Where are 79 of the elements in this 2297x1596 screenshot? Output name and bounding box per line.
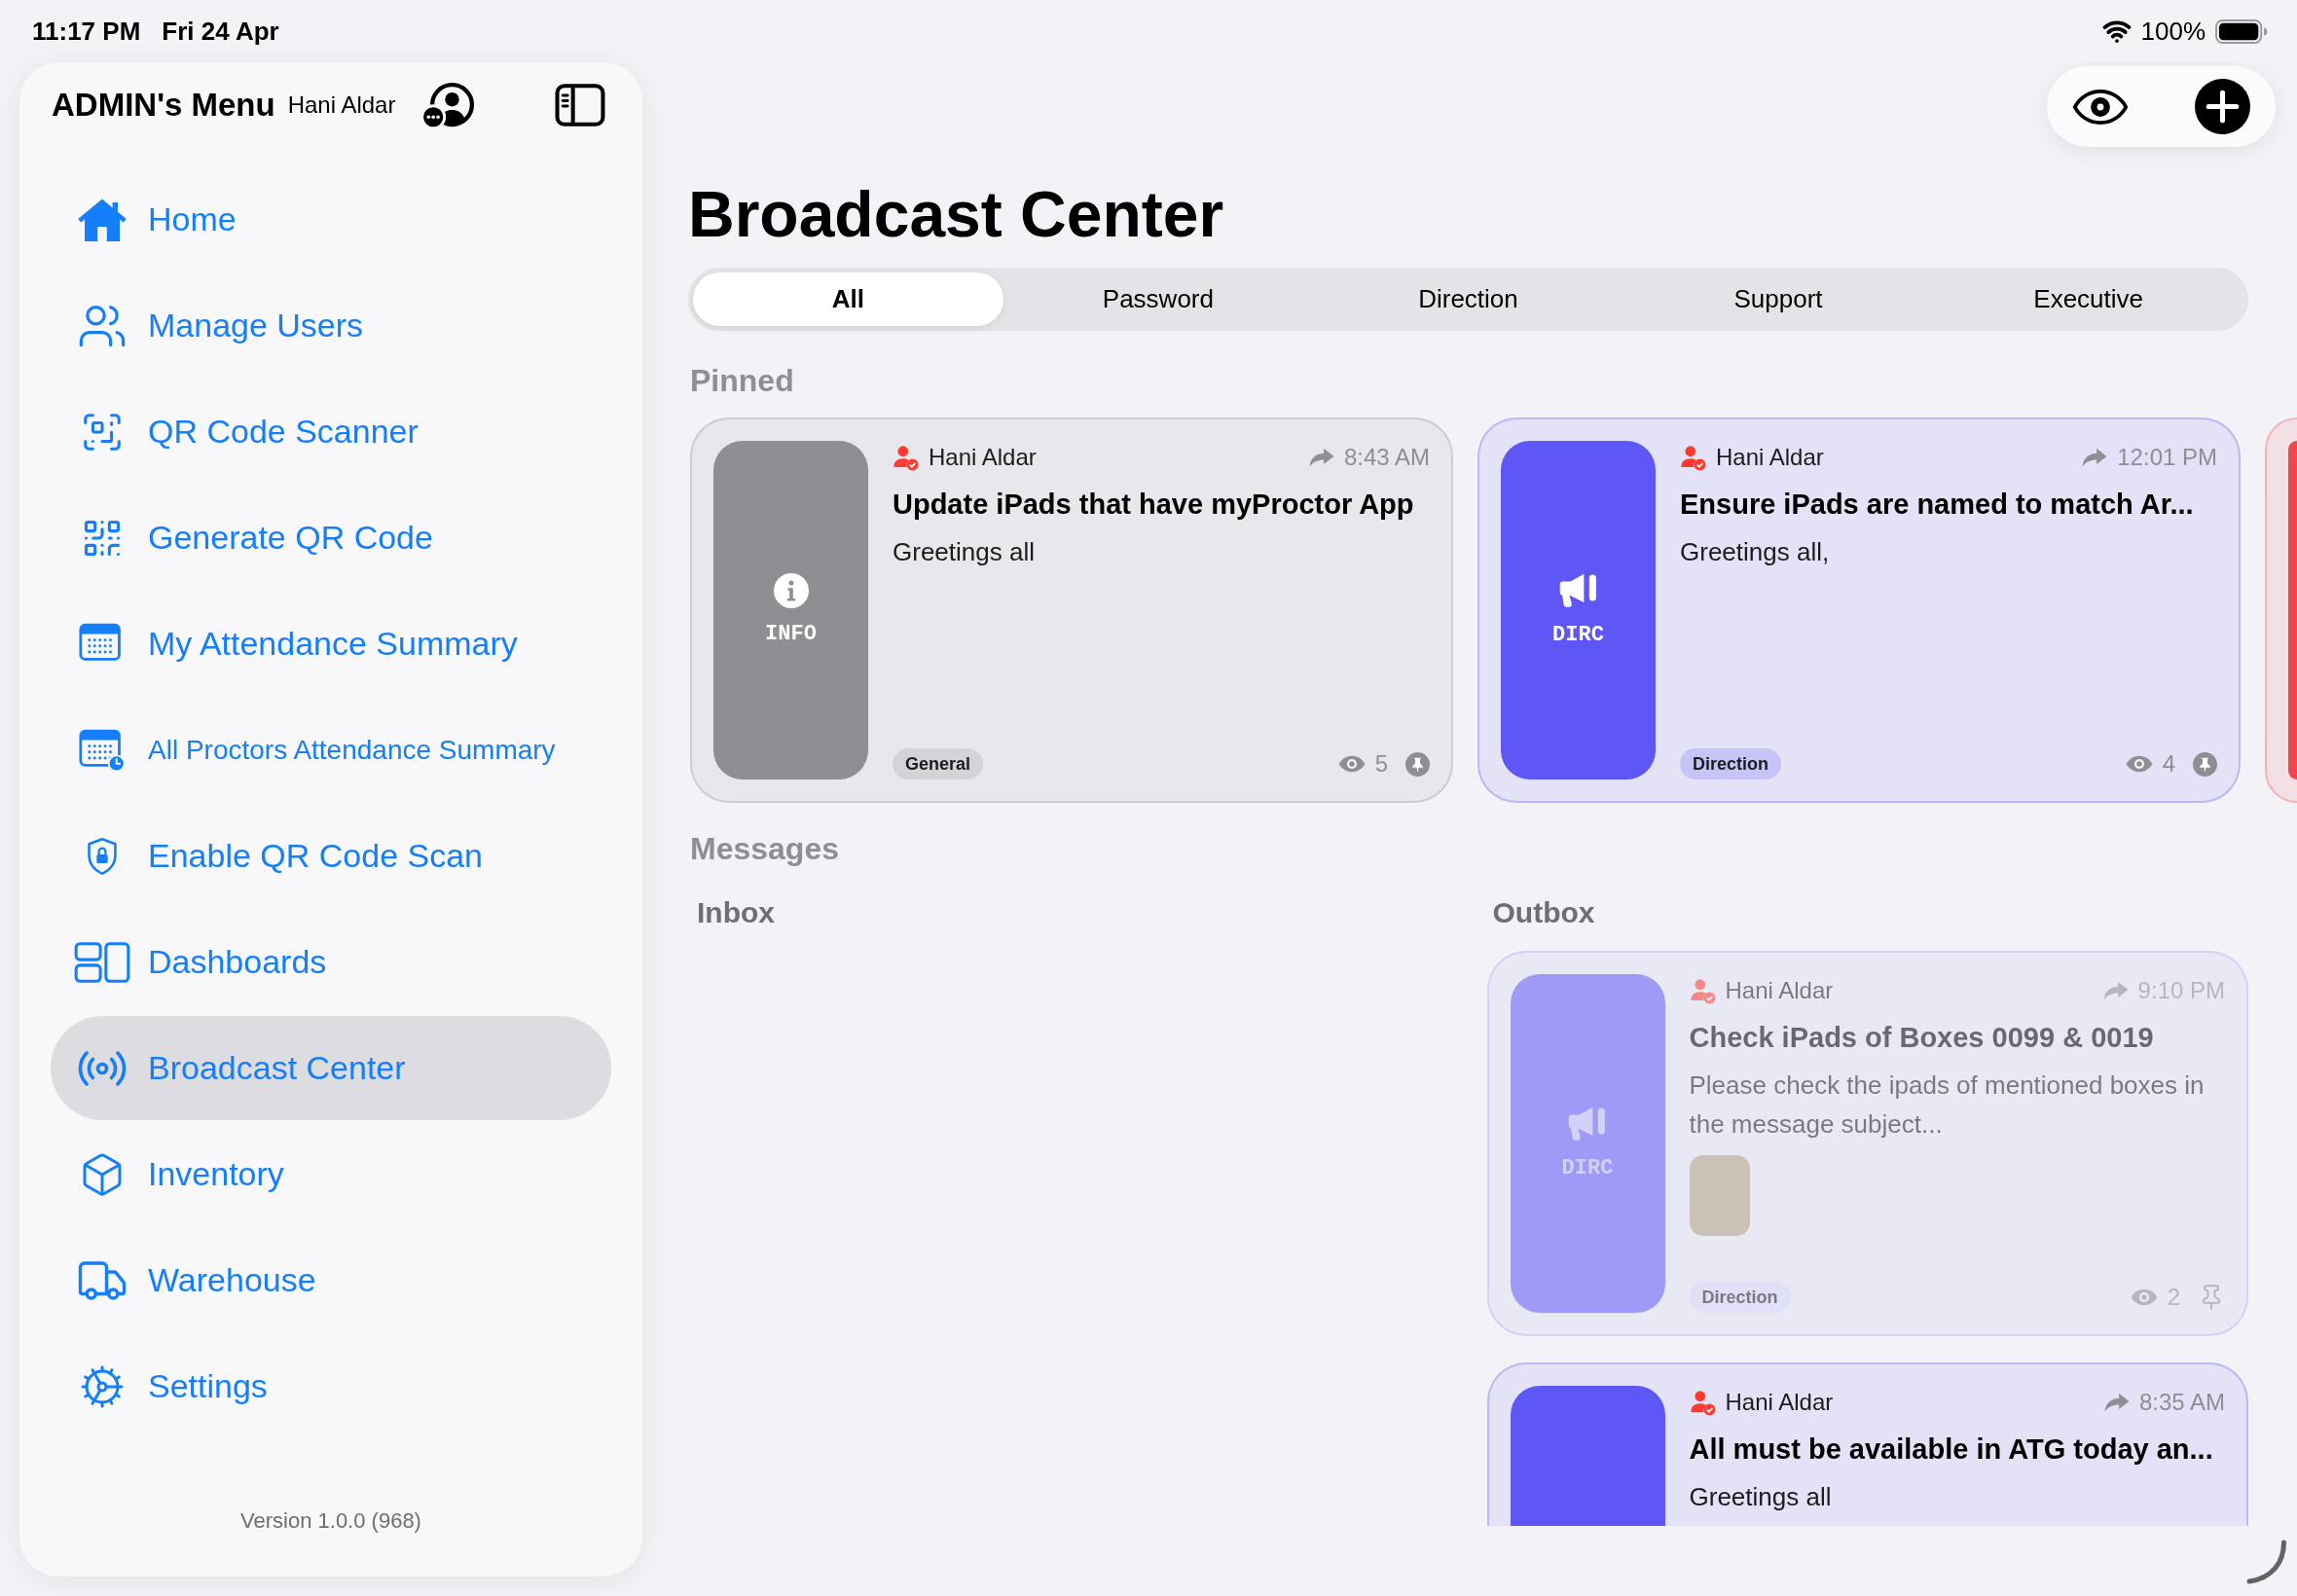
- person-check-icon: [893, 444, 919, 471]
- sidebar-toggle-icon[interactable]: [555, 84, 605, 127]
- eye-icon[interactable]: [2072, 88, 2129, 126]
- nav-item[interactable]: Broadcast Center: [51, 1016, 611, 1120]
- person-circle-icon[interactable]: [420, 80, 476, 130]
- person-check-icon: [1689, 1389, 1716, 1416]
- message-card[interactable]: INFO Hani Aldar 8:43 AM Update iPads that have myProctor App Greetings all General 5: [690, 417, 1453, 803]
- menu-title: ADMIN's Menu: [52, 86, 275, 126]
- message-preview: Please check the ipads of mentioned boxes in the message subject...: [1689, 1070, 2206, 1141]
- author-name: Hani Aldar: [1716, 443, 1824, 472]
- tab[interactable]: Password: [1003, 272, 1314, 326]
- nav-item[interactable]: Enable QR Code Scan: [51, 804, 611, 908]
- eye-icon: [2125, 755, 2153, 773]
- shield-lock-icon: [86, 836, 119, 876]
- nav-item[interactable]: Manage Users: [51, 273, 611, 378]
- message-title: Check iPads of Boxes 0099 & 0019: [1689, 1021, 2155, 1055]
- message-time: 12:01 PM: [2117, 443, 2217, 472]
- plus-icon[interactable]: [2195, 79, 2250, 134]
- version-label: Version 1.0.0 (968): [240, 1507, 421, 1535]
- curved-arrow-icon: [1308, 448, 1334, 467]
- curved-arrow-icon: [2102, 981, 2129, 1000]
- user-name: Hani Aldar: [287, 91, 396, 120]
- tab[interactable]: Direction: [1313, 272, 1623, 326]
- message-time: 8:35 AM: [2138, 1388, 2225, 1417]
- nav-item[interactable]: Home: [51, 167, 611, 272]
- battery-icon: [2215, 18, 2268, 44]
- house-icon: [77, 197, 128, 242]
- dashboard-icon: [74, 939, 130, 985]
- calendar-clock-icon: [79, 728, 126, 772]
- battery-percent: 100%: [2140, 15, 2206, 48]
- nav-item[interactable]: Settings: [51, 1334, 611, 1438]
- column-heading: Outbox: [1492, 895, 1595, 930]
- nav-item[interactable]: All Proctors Attendance Summary: [51, 698, 611, 802]
- eye-icon: [1337, 755, 1366, 773]
- category-tag: Direction: [1680, 748, 1781, 780]
- status-date: Fri 24 Apr: [162, 15, 279, 48]
- curved-arrow-icon: [2082, 448, 2108, 467]
- message-title: All must be available in ATG today an...: [1689, 1433, 2214, 1467]
- category-tag: General: [893, 748, 984, 780]
- resize-handle-icon[interactable]: [2246, 1540, 2287, 1584]
- author-name: Hani Aldar: [929, 443, 1037, 472]
- tab[interactable]: All: [693, 272, 1003, 326]
- pin-icon[interactable]: [2193, 751, 2217, 777]
- pin-icon[interactable]: [1405, 751, 1430, 777]
- tile-label: DIRC: [1552, 622, 1604, 648]
- message-card[interactable]: DIRC Hani Aldar 12:01 PM Ensure iPads are named to match Ar... Greetings all, Direction 4: [1477, 417, 2241, 803]
- message-time: 8:43 AM: [1343, 443, 1430, 472]
- status-time: 11:17 PM: [32, 15, 141, 48]
- nav-item[interactable]: QR Code Scanner: [51, 380, 611, 484]
- column-heading: Inbox: [697, 895, 775, 930]
- curved-arrow-icon: [2103, 1393, 2130, 1412]
- page-title: Broadcast Center: [688, 177, 1225, 252]
- megaphone-icon: [1567, 1106, 1608, 1143]
- nav-item[interactable]: Inventory: [51, 1122, 611, 1226]
- message-preview: Greetings all: [1689, 1481, 1833, 1513]
- info-icon: [773, 573, 809, 608]
- author-name: Hani Aldar: [1725, 976, 1834, 1005]
- eye-icon: [2130, 1288, 2158, 1306]
- message-card[interactable]: Hani Aldar 8:35 AM All must be available in ATG today an... Greetings all: [1486, 1362, 2248, 1526]
- author-name: Hani Aldar: [1725, 1388, 1834, 1417]
- person-check-icon: [1680, 444, 1706, 471]
- nav-item[interactable]: My Attendance Summary: [51, 592, 611, 696]
- message-title: Ensure iPads are named to match Ar...: [1680, 488, 2195, 522]
- message-preview: Greetings all,: [1680, 536, 1831, 568]
- tile-label: INFO: [765, 622, 817, 647]
- megaphone-icon: [1557, 572, 1599, 609]
- message-preview: Greetings all: [893, 536, 1036, 568]
- section-heading: Messages: [690, 830, 839, 868]
- view-count: 5: [1374, 749, 1388, 779]
- nav-item[interactable]: Dashboards: [51, 910, 611, 1014]
- view-count: 4: [2162, 749, 2175, 779]
- message-title: Update iPads that have myProctor App: [893, 488, 1415, 522]
- tab[interactable]: Executive: [1933, 272, 2243, 326]
- nav-item[interactable]: Warehouse: [51, 1228, 611, 1332]
- tab[interactable]: Support: [1622, 272, 1934, 326]
- person-check-icon: [1689, 977, 1716, 1004]
- section-heading: Pinned: [690, 363, 794, 398]
- category-tag: Direction: [1689, 1282, 1791, 1313]
- nav-item[interactable]: Generate QR Code: [51, 486, 611, 590]
